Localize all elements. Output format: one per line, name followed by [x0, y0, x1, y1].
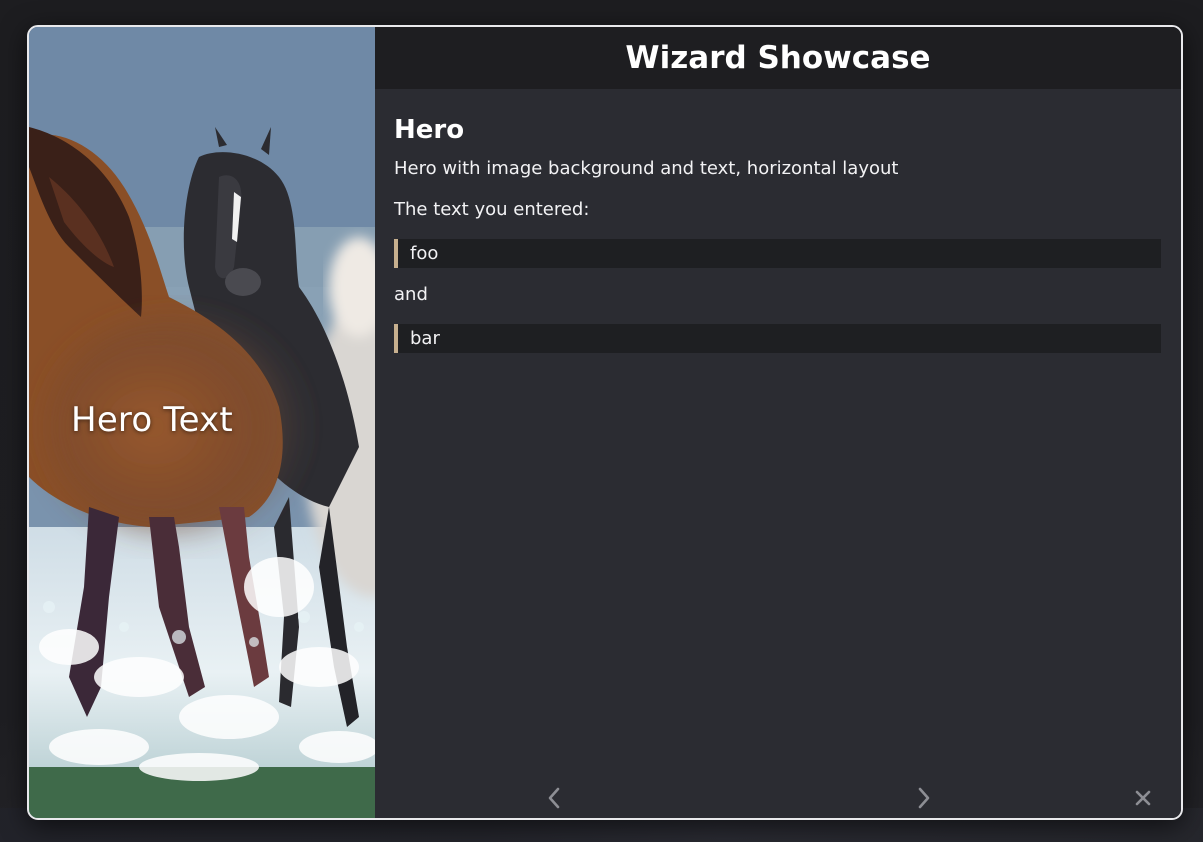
second-value-quote: bar — [394, 324, 1161, 353]
chevron-right-icon — [918, 787, 930, 809]
previous-button[interactable] — [541, 785, 567, 811]
section-heading: Hero — [394, 115, 465, 145]
dialog-title: Wizard Showcase — [625, 40, 931, 76]
entered-text-label: The text you entered: — [394, 199, 590, 220]
next-button[interactable] — [911, 785, 937, 811]
content-pane: Wizard Showcase Hero Hero with image bac… — [375, 27, 1181, 818]
section-description: Hero with image background and text, hor… — [394, 158, 899, 179]
close-icon — [1135, 790, 1151, 806]
chevron-left-icon — [548, 787, 560, 809]
wizard-dialog: Hero Text Wizard Showcase Hero Hero with… — [27, 25, 1183, 820]
title-bar: Wizard Showcase — [375, 27, 1181, 89]
hero-image-pane: Hero Text — [29, 27, 375, 818]
first-value-quote: foo — [394, 239, 1161, 268]
content-body: Hero Hero with image background and text… — [394, 113, 1161, 368]
hero-text: Hero Text — [71, 400, 233, 440]
close-button[interactable] — [1130, 785, 1156, 811]
connector-text: and — [394, 284, 428, 305]
